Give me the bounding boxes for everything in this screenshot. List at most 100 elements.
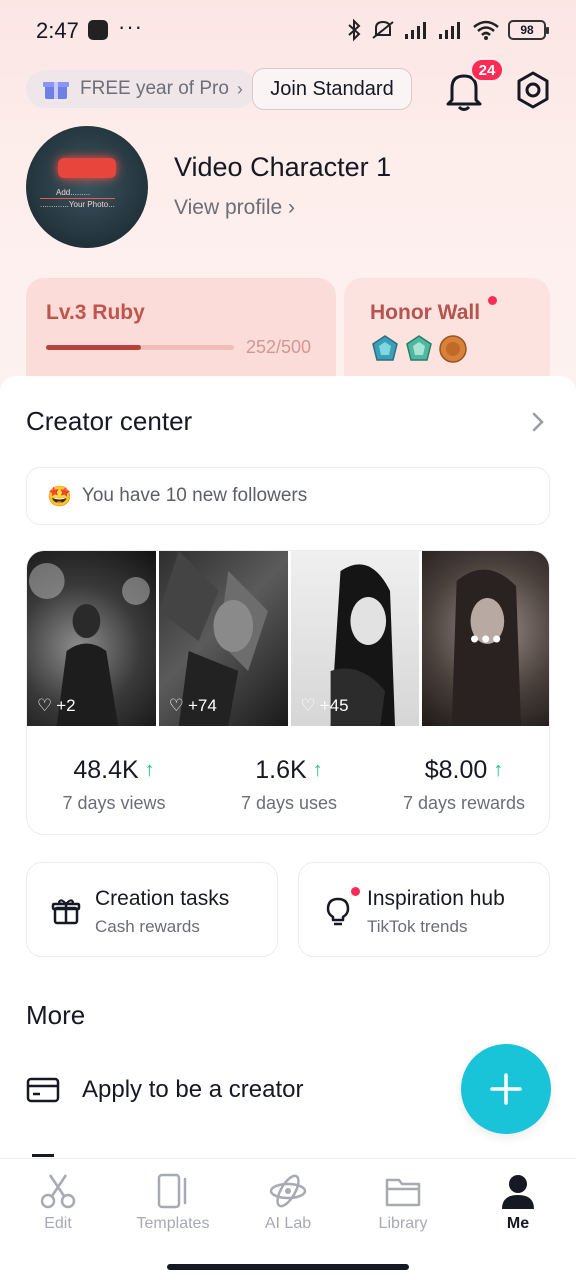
templates-icon [157, 1173, 187, 1209]
person-icon [502, 1175, 534, 1209]
avatar[interactable]: Add......... .............Your Photo... [26, 126, 148, 248]
task-title: Inspiration hub [367, 887, 505, 910]
nav-label: Templates [136, 1215, 210, 1232]
gift-icon [51, 899, 81, 925]
apply-creator-row[interactable]: Apply to be a creator [26, 1068, 303, 1112]
settings-gear-icon[interactable] [514, 70, 552, 110]
plus-icon [490, 1073, 522, 1105]
new-indicator-dot [351, 887, 360, 896]
nav-item-ai-lab[interactable]: AI Lab [238, 1171, 338, 1233]
nav-item-me[interactable]: Me [468, 1171, 568, 1233]
stat-label: 7 days uses [240, 793, 338, 813]
nav-label: Me [506, 1215, 530, 1232]
new-followers-banner[interactable]: 🤩 You have 10 new followers [26, 467, 550, 525]
more-section-title: More [26, 1000, 86, 1030]
honor-wall-new-dot [488, 296, 497, 305]
stat-views: 48.4K ↑ 7 days views [27, 756, 201, 814]
nav-item-templates[interactable]: Templates [123, 1171, 223, 1233]
likes-count: ♡ +74 [169, 696, 217, 716]
level-title: Lv.3 Ruby [46, 301, 145, 324]
folder-icon [385, 1178, 421, 1207]
up-arrow-icon: ↑ [144, 759, 155, 781]
nav-label: Library [378, 1215, 428, 1232]
chevron-right-icon: › [236, 78, 243, 99]
stat-label: 7 days views [62, 793, 166, 813]
video-thumbnails: ♡ +2 ♡ +74 ♡ +45 ••• [27, 551, 549, 726]
inspiration-hub-card[interactable]: Inspiration hub TikTok trends [298, 862, 550, 957]
nav-item-edit[interactable]: Edit [8, 1171, 108, 1233]
nav-label: Edit [44, 1215, 72, 1232]
chevron-right-icon[interactable] [530, 410, 546, 434]
task-subtitle: TikTok trends [367, 917, 468, 936]
avatar-graphic [58, 158, 116, 178]
blue-gem-icon [372, 335, 398, 361]
mute-icon [372, 20, 394, 39]
card-icon [26, 1077, 60, 1103]
signal-icon [405, 22, 426, 39]
video-thumbnail[interactable]: ••• [422, 551, 549, 726]
video-thumbnail[interactable]: ♡ +74 [158, 551, 288, 726]
level-progress-text: 252/500 [246, 337, 312, 357]
status-time: 2:47 [36, 18, 79, 43]
app-notification-icon [88, 20, 108, 40]
teal-gem-icon [406, 335, 432, 361]
up-arrow-icon: ↑ [493, 759, 504, 781]
stat-rewards: $8.00 ↑ 7 days rewards [377, 756, 549, 814]
chevron-right-icon: › [288, 196, 296, 219]
star-eyes-emoji-icon: 🤩 [47, 485, 72, 508]
lightbulb-icon [326, 897, 350, 926]
wifi-icon [473, 20, 499, 40]
bluetooth-icon [348, 18, 361, 42]
nav-item-library[interactable]: Library [353, 1171, 453, 1233]
atom-icon [269, 1174, 307, 1208]
likes-value: +45 [319, 696, 349, 715]
gift-icon [43, 82, 69, 99]
more-options-icon[interactable]: ••• [470, 623, 503, 654]
heart-icon: ♡ [300, 696, 316, 715]
bronze-medal-icon [439, 335, 467, 363]
stat-label: 7 days rewards [402, 793, 526, 813]
view-profile-link[interactable]: View profile › [174, 196, 295, 220]
join-standard-button[interactable]: Join Standard [252, 68, 412, 110]
profile-name: Video Character 1 [174, 152, 392, 182]
view-profile-label: View profile [174, 196, 283, 219]
creator-center-title: Creator center [26, 406, 193, 436]
creation-tasks-card[interactable]: Creation tasks Cash rewards [26, 862, 278, 957]
level-progress-bar [46, 345, 234, 350]
likes-count: ♡ +2 [37, 696, 76, 716]
heart-icon: ♡ [37, 696, 53, 715]
honor-wall-card[interactable]: Honor Wall [344, 278, 550, 388]
level-card[interactable]: Lv.3 Ruby [26, 278, 336, 388]
likes-count: ♡ +45 [301, 696, 349, 716]
video-thumbnail[interactable]: ♡ +45 [290, 551, 420, 726]
nav-label: AI Lab [264, 1215, 312, 1232]
battery-indicator: 98 [508, 20, 549, 40]
pro-promo-banner[interactable]: FREE year of Pro › [26, 70, 256, 108]
task-title: Creation tasks [95, 887, 230, 910]
home-indicator [167, 1264, 409, 1270]
honor-gems [370, 334, 468, 364]
likes-value: +74 [188, 696, 217, 715]
apply-creator-label: Apply to be a creator [82, 1076, 304, 1103]
level-progress-fill [46, 345, 141, 350]
stat-uses: 1.6K ↑ 7 days uses [202, 756, 376, 814]
video-thumbnail[interactable]: ♡ +2 [27, 551, 156, 726]
stat-value: 48.4K [73, 756, 139, 784]
task-subtitle: Cash rewards [95, 917, 200, 936]
up-arrow-icon: ↑ [312, 759, 323, 781]
stat-value: 1.6K [255, 756, 307, 784]
promo-text: FREE year of Pro [80, 78, 229, 99]
likes-value: +2 [56, 696, 76, 715]
avatar-caption-1: Add......... [56, 188, 91, 197]
bottom-nav: Edit Templates AI Lab Library Me [0, 1158, 576, 1280]
heart-icon: ♡ [168, 696, 184, 715]
status-bar: 2:47 ··· 98 [0, 0, 576, 62]
followers-text: You have 10 new followers [81, 485, 308, 506]
next-row-peek [32, 1154, 54, 1157]
signal-icon-2 [439, 22, 460, 39]
scissors-icon [40, 1174, 76, 1209]
create-plus-button[interactable] [461, 1044, 551, 1134]
notification-count-badge: 24 [470, 58, 504, 82]
creator-stats-card[interactable]: ♡ +2 ♡ +74 ♡ +45 ••• 48.4K ↑ 7 days views 1.… [26, 550, 550, 835]
status-overflow: ··· [118, 14, 143, 39]
